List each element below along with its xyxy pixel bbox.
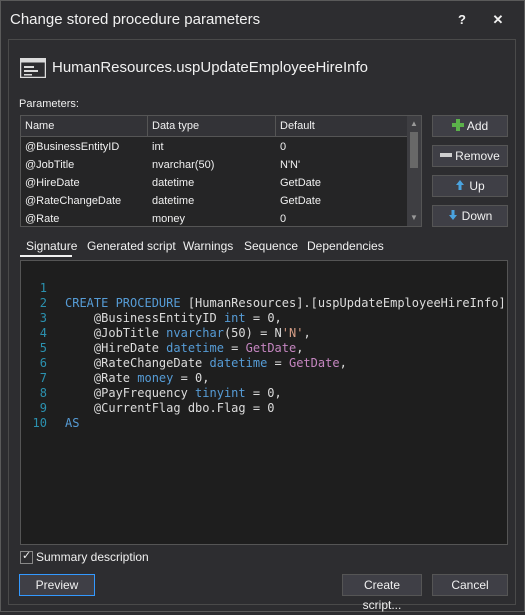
param-default-cell: 0 [280,213,287,225]
code-line: 9 AS [21,386,80,430]
code-text: @JobTitle nvarchar(50) = N'N', [65,326,311,340]
arrow-down-icon [448,210,457,220]
up-button[interactable]: Up [432,175,508,197]
scroll-up-arrow-icon[interactable]: ▲ [407,117,421,131]
code-text: @HireDate datetime = GetDate, [65,341,304,355]
scroll-down-arrow-icon[interactable]: ▼ [407,211,421,225]
window-title: Change stored procedure parameters [10,11,261,28]
check-icon: ✓ [22,550,32,562]
down-label: Down [461,209,493,223]
table-row[interactable]: @BusinessEntityID int 0 [21,138,407,156]
active-tab-indicator [20,255,72,257]
down-button[interactable]: Down [432,205,508,227]
param-default-cell: GetDate [280,195,321,207]
plus-icon [451,119,464,131]
up-label: Up [469,179,485,193]
code-line: 2 @BusinessEntityID int = 0, [21,281,282,325]
grid-header: Name Data type Default [21,116,407,137]
add-label: Add [466,119,489,133]
param-type-cell: nvarchar(50) [152,159,215,171]
remove-button[interactable]: Remove [432,145,508,167]
code-text: CREATE PROCEDURE [HumanResources].[uspUp… [65,296,506,310]
param-type-cell: datetime [152,177,195,189]
param-default-cell: 0 [280,141,287,153]
code-line: 7 @PayFrequency tinyint = 0, [21,356,282,400]
dialog-content: HumanResources.uspUpdateEmployeeHireInfo… [8,39,516,612]
parameters-grid: Name Data type Default @BusinessEntityID… [20,115,422,227]
column-header-default[interactable]: Default [276,116,407,136]
table-row[interactable]: @RateChangeDate datetime GetDate [21,192,407,210]
table-row[interactable]: @JobTitle nvarchar(50) N'N' [21,156,407,174]
tab-warnings[interactable]: Warnings [183,239,233,253]
code-line: 8 @CurrentFlag dbo.Flag = 0 [21,371,275,415]
column-header-name[interactable]: Name [21,116,148,136]
tab-sequence[interactable]: Sequence [244,239,298,253]
param-type-cell: datetime [152,195,195,207]
parameters-label: Parameters: [19,98,79,110]
code-line: 1 CREATE PROCEDURE [HumanResources].[usp… [21,266,506,310]
dialog-window: Change stored procedure parameters ? ✕ H… [0,0,525,612]
scrollbar-thumb[interactable] [410,132,418,168]
grid-scrollbar[interactable]: ▲ ▼ [407,116,421,226]
tab-generated-script[interactable]: Generated script [87,239,176,253]
code-text: @RateChangeDate datetime = GetDate, [65,356,347,370]
code-text: @PayFrequency tinyint = 0, [65,386,282,400]
preview-button[interactable]: Preview [19,574,95,596]
procedure-name: HumanResources.uspUpdateEmployeeHireInfo [52,59,368,76]
code-line: 6 @Rate money = 0, [21,341,210,385]
summary-description-label[interactable]: Summary description [36,550,149,564]
code-line: 5 @RateChangeDate datetime = GetDate, [21,326,347,370]
help-button[interactable]: ? [449,7,475,33]
summary-description-checkbox[interactable]: ✓ [20,550,33,564]
code-line: 3 @JobTitle nvarchar(50) = N'N', [21,296,311,340]
minus-icon [440,153,453,157]
param-name-cell: @HireDate [25,177,80,189]
param-type-cell: int [152,141,164,153]
param-name-cell: @RateChangeDate [25,195,122,207]
tab-dependencies[interactable]: Dependencies [307,239,384,253]
create-script-button[interactable]: Create script... [342,574,422,612]
line-number: 10 [32,416,47,430]
code-text: @CurrentFlag dbo.Flag = 0 [65,401,275,415]
code-text: @BusinessEntityID int = 0, [65,311,282,325]
table-row[interactable]: @Rate money 0 [21,210,407,226]
code-text: @Rate money = 0, [65,371,210,385]
param-default-cell: GetDate [280,177,321,189]
title-bar: Change stored procedure parameters ? ✕ [1,1,524,39]
cancel-button[interactable]: Cancel [432,574,508,596]
param-name-cell: @Rate [25,213,60,225]
table-row[interactable]: @HireDate datetime GetDate [21,174,407,192]
close-button[interactable]: ✕ [485,7,511,33]
add-button[interactable]: Add [432,115,508,137]
remove-label: Remove [455,149,500,163]
tab-signature[interactable]: Signature [26,239,77,253]
stored-procedure-icon [20,58,46,78]
arrow-up-icon [456,180,465,190]
param-name-cell: @BusinessEntityID [25,141,120,153]
param-default-cell: N'N' [280,159,301,171]
param-type-cell: money [152,213,186,225]
column-header-data-type[interactable]: Data type [148,116,276,136]
code-editor[interactable]: 1 CREATE PROCEDURE [HumanResources].[usp… [20,260,508,545]
code-line: 4 @HireDate datetime = GetDate, [21,311,304,355]
param-name-cell: @JobTitle [25,159,75,171]
code-line: 10 [21,401,79,430]
